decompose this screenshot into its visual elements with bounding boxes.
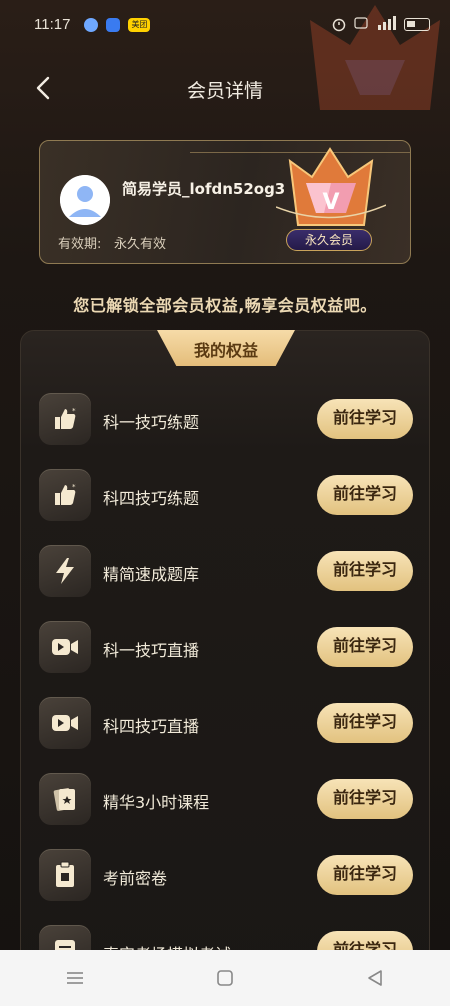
menu-icon[interactable] xyxy=(55,958,95,998)
unlock-message: 您已解锁全部会员权益,畅享会员权益吧。 xyxy=(73,296,377,315)
validity-label: 有效期: xyxy=(58,237,102,252)
vip-badge: V 永久会员 xyxy=(275,147,387,253)
benefit-label: 科一技巧练题 xyxy=(103,413,200,432)
default-avatar-icon xyxy=(60,175,110,225)
hd-icon xyxy=(354,17,368,29)
alarm-icon xyxy=(332,18,346,32)
lightning-icon xyxy=(39,545,91,597)
go-study-button[interactable]: 前往学习 xyxy=(317,779,413,819)
status-icons xyxy=(332,16,430,32)
signal-icon xyxy=(378,16,396,30)
member-card: 简易学员_lofdn52og3 有效期: 永久有效 V 永久会员 xyxy=(39,140,411,264)
home-square-icon[interactable] xyxy=(205,958,245,998)
validity-value: 永久有效 xyxy=(114,237,167,252)
secret-paper-icon xyxy=(39,849,91,901)
app-notification-icon xyxy=(106,18,121,32)
go-study-button[interactable]: 前往学习 xyxy=(317,551,413,591)
benefits-panel: 我的权益 * 科一技巧练题 前往学习 * 科四技巧练题 前往学习 精简速成题库 … xyxy=(20,330,430,1006)
benefit-label: 考前密卷 xyxy=(103,869,168,888)
crown-gem-icon: V xyxy=(275,147,387,226)
meituan-app-icon: 美团 xyxy=(128,18,151,32)
benefit-row: * 科四技巧练题 前往学习 xyxy=(39,469,413,521)
benefit-row: 精简速成题库 前往学习 xyxy=(39,545,413,597)
member-details-screen: 11:17 美团 会员详情 简易学员_lofdn52og3 有效期: 永久有效 xyxy=(0,0,450,1006)
go-study-button[interactable]: 前往学习 xyxy=(317,475,413,515)
course-cards-icon xyxy=(39,773,91,825)
avatar xyxy=(60,175,110,225)
svg-text:*: * xyxy=(72,483,76,491)
go-study-button[interactable]: 前往学习 xyxy=(317,627,413,667)
benefit-row: * 科一技巧练题 前往学习 xyxy=(39,393,413,445)
badge-letter: V xyxy=(322,190,339,215)
benefit-label: 科一技巧直播 xyxy=(103,641,200,660)
go-study-button[interactable]: 前往学习 xyxy=(317,399,413,439)
benefits-title: 我的权益 xyxy=(193,341,258,360)
back-triangle-icon[interactable] xyxy=(355,958,395,998)
thumbs-up-star-icon: * xyxy=(39,393,91,445)
go-study-button[interactable]: 前往学习 xyxy=(317,703,413,743)
status-time: 11:17 xyxy=(34,16,71,33)
permanent-member-badge: 永久会员 xyxy=(286,229,372,251)
username: 简易学员_lofdn52og3 xyxy=(122,180,286,198)
benefit-row: 精华3小时课程 前往学习 xyxy=(39,773,413,825)
benefit-row: 科四技巧直播 前往学习 xyxy=(39,697,413,749)
battery-icon xyxy=(404,18,430,31)
system-nav-bar xyxy=(0,950,450,1006)
app-notification-icon xyxy=(84,18,99,32)
benefit-label: 精华3小时课程 xyxy=(103,793,210,812)
video-camera-icon xyxy=(39,621,91,673)
svg-text:*: * xyxy=(72,407,76,415)
go-study-button[interactable]: 前往学习 xyxy=(317,855,413,895)
page-header: 会员详情 xyxy=(0,68,450,108)
benefit-row: 科一技巧直播 前往学习 xyxy=(39,621,413,673)
video-camera-icon xyxy=(39,697,91,749)
status-bar: 11:17 美团 xyxy=(0,0,450,52)
benefit-label: 精简速成题库 xyxy=(103,565,200,584)
page-title: 会员详情 xyxy=(186,80,263,102)
benefit-label: 科四技巧直播 xyxy=(103,717,200,736)
thumbs-up-star-icon: * xyxy=(39,469,91,521)
benefit-label: 科四技巧练题 xyxy=(103,489,200,508)
benefit-row: 考前密卷 前往学习 xyxy=(39,849,413,901)
